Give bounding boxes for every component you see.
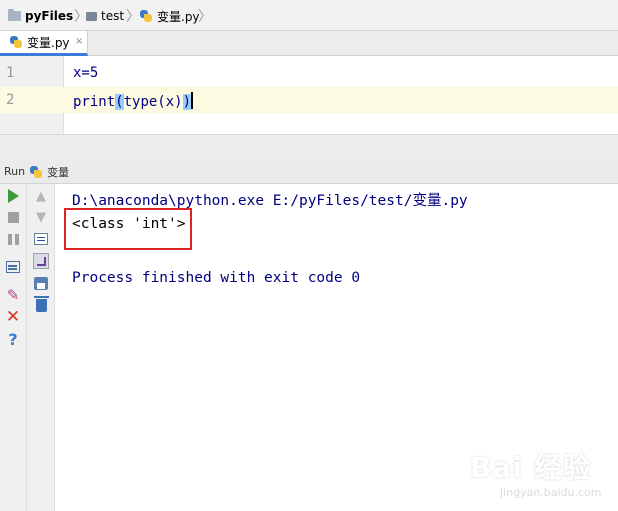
breadcrumb-project-label: pyFiles: [25, 9, 74, 23]
folder-icon: [8, 9, 21, 21]
close-icon[interactable]: ×: [75, 36, 83, 47]
print-button[interactable]: [32, 274, 50, 292]
play-icon: [7, 189, 19, 203]
python-file-icon: [139, 9, 153, 23]
breadcrumb: pyFiles 〉 test 〉 变量.py 〉: [0, 0, 618, 31]
text-caret: [191, 92, 193, 109]
arrow-up-icon: ▲: [36, 188, 46, 204]
code-line-1[interactable]: x=5: [73, 65, 98, 81]
pause-icon: [7, 233, 19, 245]
close-run-button[interactable]: ✕: [4, 307, 22, 327]
stop-button[interactable]: [4, 208, 22, 226]
clear-all-button[interactable]: [32, 295, 50, 314]
editor-tab-bar: [0, 31, 618, 56]
stop-icon: [7, 211, 19, 223]
run-toolbar-primary: ✎ ✕ ?: [0, 184, 27, 511]
tab-label: 变量.py: [27, 35, 70, 50]
close-icon: ✕: [5, 307, 21, 327]
panel-separator[interactable]: [0, 134, 618, 160]
scroll-to-end-button[interactable]: [32, 252, 50, 270]
soft-wrap-icon: [34, 233, 48, 245]
python-file-icon: [29, 165, 43, 179]
run-panel-title: Run: [4, 165, 26, 178]
breadcrumb-file[interactable]: 变量.py: [139, 8, 200, 24]
console-command-line: D:\anaconda\python.exe E:/pyFiles/test/变…: [72, 193, 468, 209]
rerun-button[interactable]: [4, 187, 22, 205]
up-stack-button[interactable]: ▲: [32, 187, 50, 205]
pin-icon: ✎: [6, 286, 20, 304]
chevron-right-icon: 〉: [126, 9, 140, 25]
console-exit-line: Process finished with exit code 0: [72, 270, 361, 286]
printer-icon: [34, 276, 48, 290]
run-config-name[interactable]: 变量: [47, 164, 69, 180]
layout-icon: [6, 261, 20, 273]
trash-icon: [33, 295, 49, 312]
help-button[interactable]: ?: [4, 329, 22, 349]
watermark: Bai 经验 jingyan.baidu.com: [470, 446, 610, 506]
annotation-highlight-box: [64, 208, 192, 250]
code-line-2[interactable]: print(type(x)): [73, 92, 193, 110]
line-number: 2: [6, 92, 15, 108]
matched-bracket: (: [115, 94, 124, 110]
scroll-to-end-icon: [33, 253, 49, 269]
breadcrumb-project[interactable]: pyFiles: [8, 8, 73, 24]
breadcrumb-folder-label: test: [101, 9, 125, 23]
breadcrumb-folder[interactable]: test: [86, 8, 124, 24]
line-number: 1: [6, 65, 15, 81]
code-token: print: [73, 94, 116, 110]
arrow-down-icon: ▼: [36, 209, 46, 225]
breadcrumb-file-label: 变量.py: [157, 9, 200, 24]
help-icon: ?: [8, 329, 18, 349]
run-toolbar-secondary: ▲ ▼: [27, 184, 55, 511]
tab-file[interactable]: 变量.py ×: [0, 31, 88, 56]
watermark-url: jingyan.baidu.com: [500, 486, 602, 499]
folder-icon: [86, 11, 97, 21]
watermark-logo: Bai 经验: [470, 451, 592, 484]
down-stack-button[interactable]: ▼: [32, 208, 50, 226]
run-panel-header: Run 变量: [0, 160, 618, 184]
python-file-icon: [9, 35, 23, 49]
chevron-right-icon: 〉: [198, 9, 212, 25]
matched-bracket: ): [182, 94, 192, 110]
restore-layout-button[interactable]: [4, 258, 22, 276]
pause-button[interactable]: [4, 230, 22, 248]
soft-wrap-button[interactable]: [32, 230, 50, 248]
pin-tab-button[interactable]: ✎: [4, 286, 22, 304]
code-token: type(x): [123, 94, 183, 110]
